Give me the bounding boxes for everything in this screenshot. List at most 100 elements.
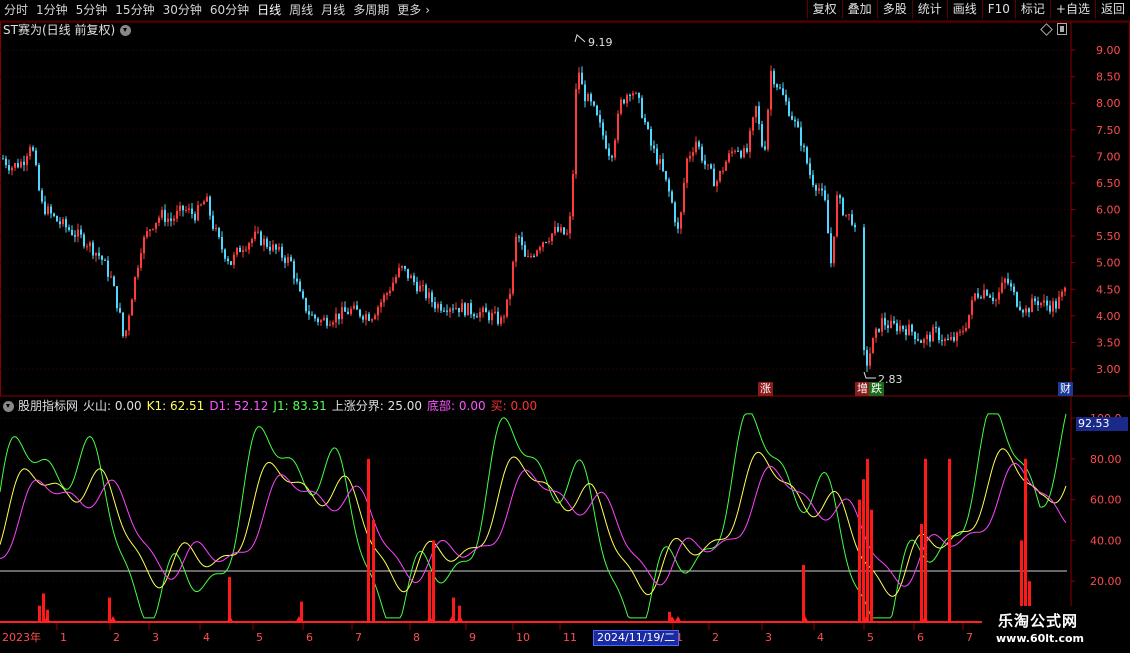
toolbar-button-3[interactable]: 统计 <box>911 0 947 19</box>
candle-body <box>710 164 712 169</box>
candle-body <box>590 94 592 102</box>
candle-body <box>779 87 781 89</box>
candle-body <box>17 163 19 168</box>
candle-body <box>983 289 985 299</box>
candle-body <box>923 339 925 344</box>
candle-body <box>662 159 664 171</box>
indicator-bar <box>367 458 370 622</box>
candle-body <box>992 297 994 301</box>
period-tab-3[interactable]: 15分钟 <box>111 0 158 20</box>
candle-body <box>713 168 715 187</box>
toolbar-button-6[interactable]: 标记 <box>1014 0 1050 19</box>
candle-body <box>1019 306 1021 311</box>
chart-area[interactable]: 9.00 8.50 8.00 7.50 7.00 6.50 6.00 5.50 5.00 4.50… <box>0 21 1130 650</box>
candle-body <box>464 303 466 316</box>
period-tab-0[interactable]: 分时 <box>0 0 32 20</box>
candle-body <box>533 255 535 257</box>
event-tag-1[interactable]: 增 <box>855 382 870 396</box>
candle-body <box>947 338 949 340</box>
candle-body <box>560 227 562 232</box>
period-tab-10[interactable]: 更多 <box>393 0 425 20</box>
candle-body <box>653 145 655 149</box>
dropdown-circle-icon[interactable] <box>120 24 132 36</box>
period-tab-9[interactable]: 多周期 <box>349 0 393 20</box>
candle-body <box>332 322 334 325</box>
candle-body <box>701 146 703 161</box>
diamond-icon[interactable] <box>1040 22 1053 36</box>
period-tab-7[interactable]: 周线 <box>285 0 317 20</box>
candle-body <box>848 214 850 216</box>
event-tag-2[interactable]: 跌 <box>869 382 884 396</box>
candle-body <box>749 130 751 152</box>
candle-body <box>944 338 946 342</box>
candle-body <box>917 339 919 341</box>
event-tag-0[interactable]: 涨 <box>758 382 773 396</box>
candle-body <box>296 278 298 282</box>
period-tab-5[interactable]: 60分钟 <box>206 0 253 20</box>
toolbar-buttons: 复权 叠加 多股 统计 画线 F10 标记 +自选 返回 <box>806 0 1130 20</box>
candle-body <box>458 307 460 313</box>
k1-line <box>0 448 1067 597</box>
candle-body <box>503 316 505 318</box>
candle-body <box>233 254 235 265</box>
event-tag-3[interactable]: 财 <box>1058 382 1073 396</box>
candle-body <box>935 327 937 329</box>
candle-body <box>899 325 901 332</box>
candle-body <box>230 261 232 265</box>
ind-y-label: 20.00 <box>1090 575 1122 588</box>
period-tab-8[interactable]: 月线 <box>317 0 349 20</box>
candle-body <box>677 222 679 229</box>
candle-body <box>812 174 814 186</box>
candle-body <box>587 94 589 102</box>
candle-body <box>725 161 727 171</box>
candle-body <box>398 267 400 277</box>
candle-body <box>494 311 496 313</box>
indicator-bar <box>42 593 45 622</box>
period-tab-6[interactable]: 日线 <box>253 0 285 20</box>
candle-body <box>434 302 436 309</box>
ind-y-label: 60.00 <box>1090 494 1122 507</box>
candle-body <box>890 320 892 329</box>
kline-chart-svg[interactable]: 9.00 8.50 8.00 7.50 7.00 6.50 6.00 5.50 5.00 4.50… <box>0 21 1130 650</box>
toolbar-button-1[interactable]: 叠加 <box>841 0 877 19</box>
main-y-label: 3.50 <box>1096 336 1121 349</box>
period-tab-4[interactable]: 30分钟 <box>159 0 206 20</box>
candle-body <box>617 113 619 141</box>
candle-body <box>1064 287 1066 292</box>
candle-body <box>293 261 295 279</box>
candle-body <box>782 88 784 95</box>
panel-toggle-icon[interactable] <box>1057 23 1067 35</box>
candle-body <box>26 156 28 165</box>
candle-body <box>44 201 46 215</box>
candle-body <box>638 92 640 98</box>
toolbar-button-8[interactable]: 返回 <box>1094 0 1130 19</box>
indicator-dropdown-icon[interactable] <box>3 400 14 412</box>
candle-body <box>716 181 718 187</box>
more-chevron-icon[interactable]: › <box>425 0 434 20</box>
candle-body <box>932 327 934 342</box>
stock-title: ST赛为(日线 前复权) <box>3 23 116 37</box>
candle-body <box>182 205 184 211</box>
period-tab-2[interactable]: 5分钟 <box>72 0 112 20</box>
candle-body <box>758 106 760 125</box>
candle-body <box>620 99 622 114</box>
toolbar-button-2[interactable]: 多股 <box>876 0 912 19</box>
toolbar-button-7[interactable]: +自选 <box>1049 0 1095 19</box>
toolbar-button-5[interactable]: F10 <box>981 0 1015 19</box>
candle-body <box>611 155 613 158</box>
candle-body <box>635 92 637 94</box>
candle-body <box>140 253 142 268</box>
candle-body <box>374 315 376 320</box>
candle-body <box>689 155 691 159</box>
toolbar-button-0[interactable]: 复权 <box>806 0 842 19</box>
x-axis-label: 6 <box>306 631 313 644</box>
candle-body <box>806 147 808 164</box>
toolbar-button-4[interactable]: 画线 <box>946 0 982 19</box>
candle-body <box>989 295 991 298</box>
candle-body <box>98 252 100 256</box>
period-tab-1[interactable]: 1分钟 <box>32 0 72 20</box>
candle-body <box>1040 302 1042 306</box>
indicator-field-6: 买: 0.00 <box>490 399 538 413</box>
candle-body <box>77 229 79 237</box>
candle-body <box>200 204 202 206</box>
